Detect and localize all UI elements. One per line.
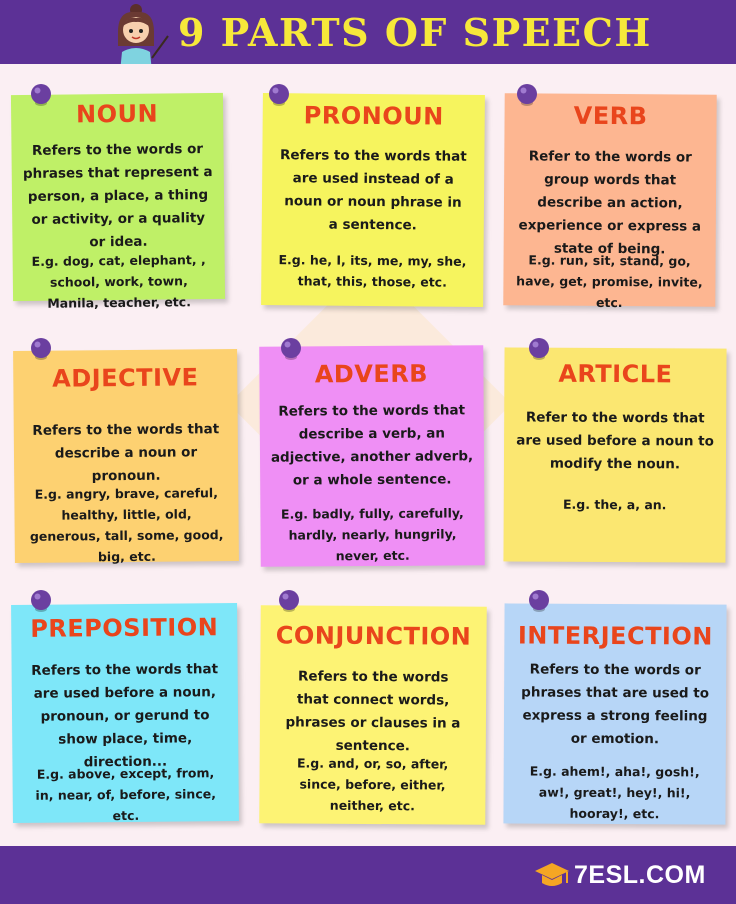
- note-adjective: ADJECTIVE Refers to the words that descr…: [13, 349, 239, 564]
- note-term: ADJECTIVE: [52, 363, 199, 393]
- note-definition: Refers to the words that are used before…: [31, 661, 219, 771]
- note-preposition: PREPOSITION Refers to the words that are…: [11, 603, 239, 823]
- note-article: ARTICLE Refer to the words that are used…: [503, 347, 727, 563]
- note-noun: NOUN Refers to the words or phrases that…: [10, 92, 226, 311]
- note-adverb: ADVERB Refers to the words that describe…: [259, 345, 485, 567]
- note-example: E.g. angry, brave, careful, healthy, lit…: [29, 485, 224, 565]
- pushpin-icon: [529, 590, 549, 612]
- note-definition: Refers to the words that are used instea…: [279, 147, 467, 234]
- pushpin-icon: [31, 590, 51, 612]
- note-term: PRONOUN: [303, 101, 444, 131]
- teacher-girl-icon: [118, 4, 169, 72]
- note-example: E.g. above, except, from, in, near, of, …: [35, 765, 216, 824]
- note-term: ARTICLE: [558, 359, 673, 389]
- pushpin-icon: [31, 338, 51, 360]
- note-term: PREPOSITION: [30, 613, 219, 643]
- note-term: ADVERB: [314, 359, 429, 389]
- note-definition: Refers to the words or phrases that are …: [521, 661, 710, 748]
- note-definition: Refer to the words or group words that d…: [518, 148, 702, 258]
- note-term: INTERJECTION: [517, 621, 713, 651]
- graduation-cap-icon: [535, 863, 569, 886]
- pushpin-icon: [529, 338, 549, 360]
- note-example: E.g. and, or, so, after, since, before, …: [296, 755, 449, 814]
- pushpin-icon: [31, 84, 51, 106]
- note-example: E.g. he, I, its, me, my, she, that, this…: [278, 252, 467, 290]
- note-example: E.g. ahem!, aha!, gosh!, aw!, great!, he…: [529, 763, 700, 822]
- note-definition: Refers to the words that connect words, …: [285, 668, 461, 755]
- pushpin-icon: [269, 84, 289, 106]
- note-example: E.g. run, sit, stand, go, have, get, pro…: [516, 252, 703, 311]
- logo-text: 7ESL.COM: [574, 861, 706, 889]
- note-definition: Refers to the words or phrases that repr…: [22, 141, 213, 251]
- pushpin-icon: [517, 84, 537, 106]
- note-interjection: INTERJECTION Refers to the words or phra…: [503, 603, 727, 825]
- note-definition: Refers to the words that describe a noun…: [32, 421, 220, 485]
- note-example: E.g. dog, cat, elephant, , school, work,…: [31, 252, 206, 311]
- pushpin-icon: [281, 338, 301, 360]
- note-pronoun: PRONOUN Refers to the words that are use…: [261, 93, 485, 307]
- pushpin-icon: [279, 590, 299, 612]
- note-term: CONJUNCTION: [275, 621, 472, 651]
- note-verb: VERB Refer to the words or group words t…: [503, 93, 717, 310]
- note-definition: Refer to the words that are used before …: [516, 409, 714, 473]
- note-definition: Refers to the words that describe a verb…: [270, 402, 474, 489]
- page-title: 9 PARTS OF SPEECH: [178, 10, 652, 55]
- note-example: E.g. badly, fully, carefully, hardly, ne…: [280, 505, 464, 564]
- note-conjunction: CONJUNCTION Refers to the words that con…: [259, 605, 487, 825]
- note-example: E.g. the, a, an.: [562, 496, 667, 513]
